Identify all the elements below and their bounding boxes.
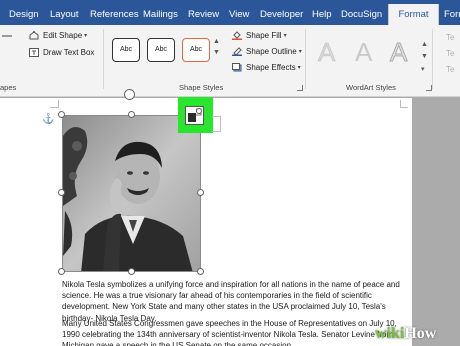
wordart-more-icon[interactable]: ▾ <box>421 65 425 73</box>
word-window: Design Layout References Mailings Review… <box>0 0 460 346</box>
shape-styles-group-label: Shape Styles <box>179 83 224 92</box>
text-fill-label[interactable]: Te <box>446 33 454 42</box>
gallery-scroll-down-icon[interactable]: ▼ <box>213 49 220 56</box>
tab-references[interactable]: References <box>90 9 139 20</box>
page-margin-area <box>412 98 460 346</box>
resize-handle-top[interactable] <box>128 111 135 118</box>
resize-handle-bottom[interactable] <box>128 268 135 275</box>
layout-options-icon <box>188 108 202 122</box>
shape-fill-label: Shape Fill <box>246 31 282 40</box>
edit-shape-button[interactable]: Edit Shape ▾ <box>29 31 87 40</box>
chevron-down-icon: ▾ <box>297 65 301 71</box>
layout-flyout-edge <box>212 116 221 132</box>
draw-text-box-label: Draw Text Box <box>43 48 95 57</box>
shape-style-preset-2[interactable]: Abc <box>147 38 175 62</box>
tab-developer[interactable]: Developer <box>260 9 303 20</box>
picture-selection-frame <box>62 115 201 272</box>
shape-effects-button[interactable]: Shape Effects ▾ <box>232 63 301 72</box>
wordart-style-2[interactable]: A <box>355 37 372 68</box>
tab-mailings[interactable]: Mailings <box>143 9 178 20</box>
wordart-launcher-icon[interactable] <box>426 85 432 91</box>
layout-options-button[interactable] <box>185 106 204 125</box>
tab-help[interactable]: Help <box>312 9 332 20</box>
group-divider <box>103 29 104 89</box>
pen-icon <box>232 47 242 56</box>
margin-corner-mark <box>58 100 59 108</box>
chevron-down-icon: ▾ <box>298 49 302 55</box>
tab-format[interactable]: Format <box>388 4 439 26</box>
text-outline-label[interactable]: Te <box>446 49 454 58</box>
effects-icon <box>232 63 242 72</box>
ribbon: Edit Shape ▾ Draw Text Box apes Abc Abc A… <box>0 25 460 97</box>
wikihow-watermark: wikiHow <box>375 325 436 343</box>
edit-shape-icon <box>29 31 39 40</box>
paint-bucket-icon <box>232 31 242 40</box>
shape-style-preset-3[interactable]: Abc <box>182 38 210 62</box>
resize-handle-left[interactable] <box>58 189 65 196</box>
tab-review[interactable]: Review <box>188 9 219 20</box>
ribbon-tab-bar: Design Layout References Mailings Review… <box>0 0 460 26</box>
wordart-group-label: WordArt Styles <box>346 83 396 92</box>
tab-design[interactable]: Design <box>9 9 39 20</box>
shape-outline-label: Shape Outline <box>246 47 297 56</box>
watermark-prefix: wiki <box>375 325 405 342</box>
resize-handle-bottom-left[interactable] <box>58 268 65 275</box>
tab-layout[interactable]: Layout <box>50 9 79 20</box>
shapes-gallery-edge <box>2 35 12 37</box>
chevron-down-icon: ▾ <box>283 33 287 39</box>
resize-handle-top-left[interactable] <box>58 111 65 118</box>
chevron-down-icon: ▾ <box>84 33 88 39</box>
shape-style-preset-1[interactable]: Abc <box>112 38 140 62</box>
draw-text-box-button[interactable]: Draw Text Box <box>29 48 94 57</box>
wordart-scroll-down-icon[interactable]: ▼ <box>421 53 428 60</box>
tab-docusign[interactable]: DocuSign <box>341 9 382 20</box>
edit-shape-label: Edit Shape <box>43 31 83 40</box>
rotate-handle-icon[interactable] <box>124 89 135 100</box>
wordart-style-1[interactable]: A <box>318 37 336 68</box>
shape-fill-button[interactable]: Shape Fill ▾ <box>232 31 287 40</box>
gallery-scroll-up-icon[interactable]: ▲ <box>213 38 220 45</box>
margin-corner-mark <box>50 107 58 108</box>
tab-view[interactable]: View <box>229 9 249 20</box>
margin-corner-mark <box>400 107 408 108</box>
anchor-icon[interactable]: ⚓ <box>42 114 54 125</box>
shape-styles-launcher-icon[interactable] <box>297 85 303 91</box>
shape-outline-button[interactable]: Shape Outline ▾ <box>232 47 302 56</box>
insert-shapes-group-label: apes <box>0 83 17 92</box>
wordart-scroll-up-icon[interactable]: ▲ <box>421 41 428 48</box>
resize-handle-right[interactable] <box>197 189 204 196</box>
wordart-style-3[interactable]: A <box>389 37 407 68</box>
watermark-suffix: How <box>404 325 437 342</box>
tab-form[interactable]: Form <box>444 9 460 20</box>
text-effects-label[interactable]: Te <box>446 65 454 74</box>
resize-handle-bottom-right[interactable] <box>197 268 204 275</box>
group-divider <box>305 29 306 89</box>
shape-effects-label: Shape Effects <box>246 63 296 72</box>
group-divider <box>432 29 433 89</box>
text-box-icon <box>29 48 39 57</box>
paragraph-2[interactable]: Many United States Congressmen gave spee… <box>62 318 412 346</box>
